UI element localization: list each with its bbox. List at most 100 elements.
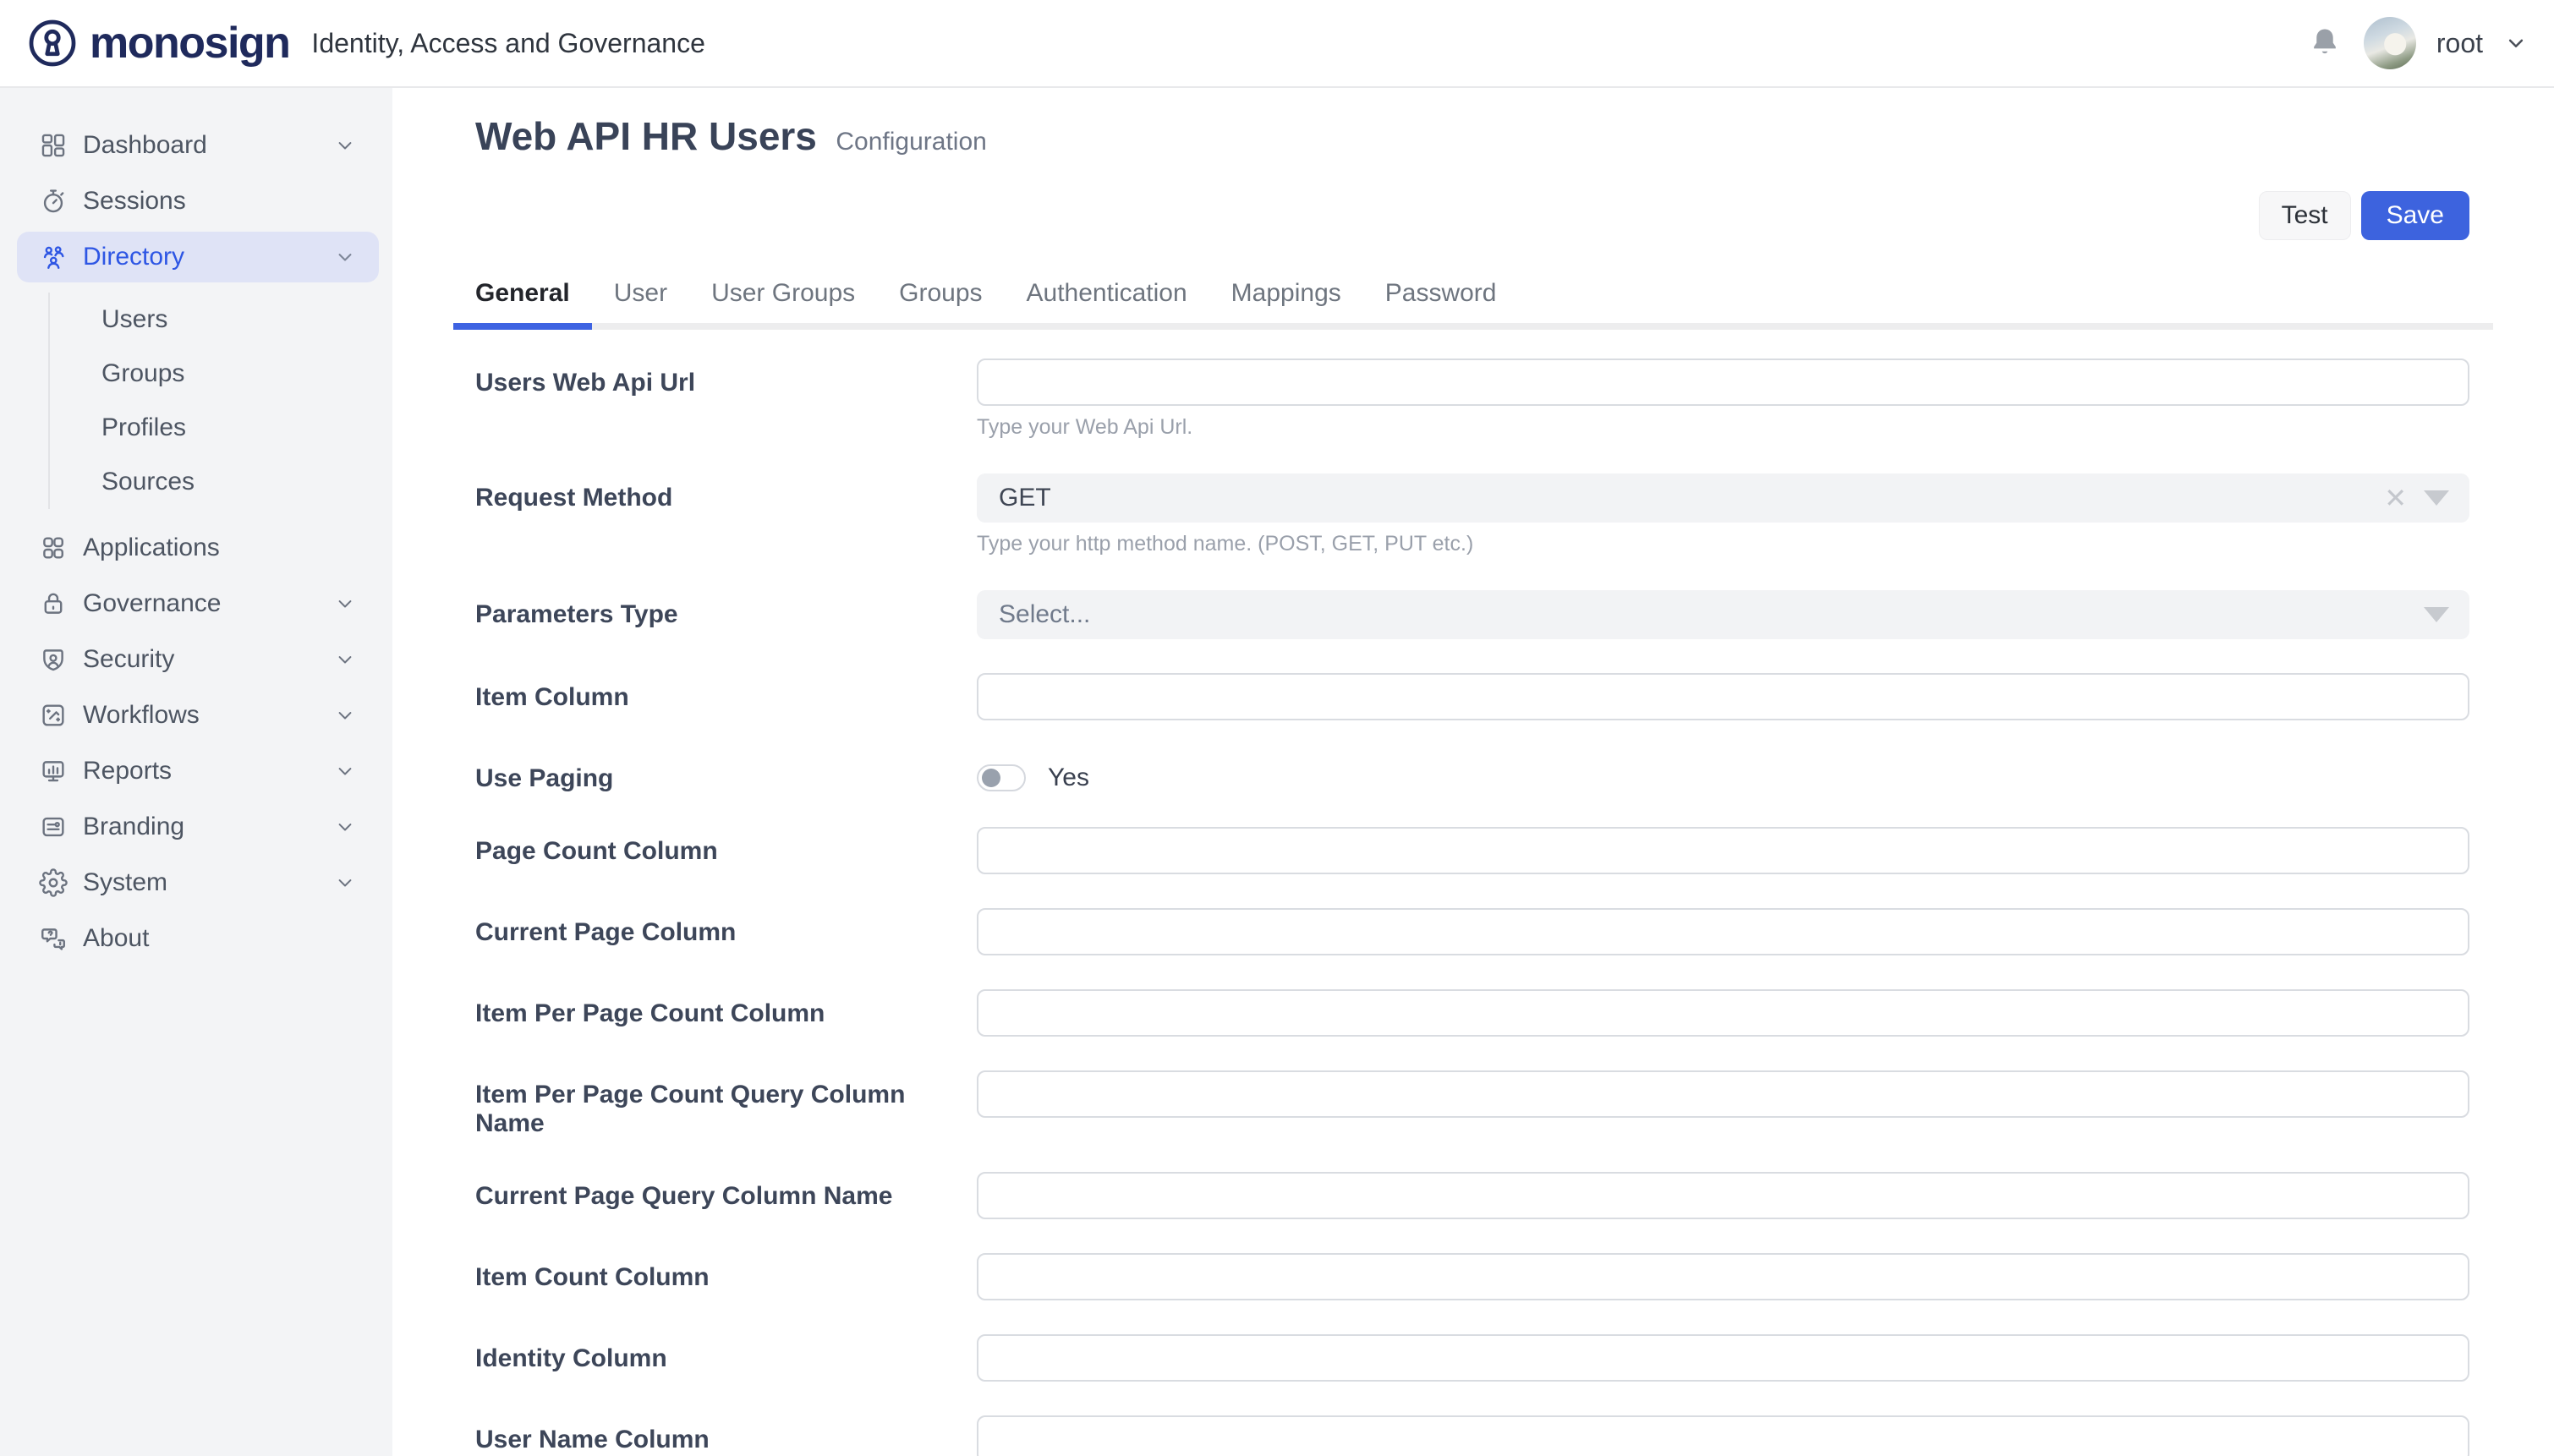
tab-user-groups[interactable]: User Groups (689, 279, 877, 323)
page-head: Web API HR Users Configuration (475, 113, 2469, 159)
dropdown-arrow-icon[interactable] (2424, 490, 2449, 506)
sidebar-item-sources[interactable]: Sources (50, 455, 392, 509)
dashboard-icon (39, 131, 68, 160)
sidebar-item-label: Workflows (83, 701, 200, 730)
page-subtitle: Configuration (836, 128, 986, 156)
app-header: monosign Identity, Access and Governance… (0, 0, 2554, 88)
tab-general[interactable]: General (453, 279, 592, 323)
field-label: Request Method (475, 473, 977, 556)
form-row: Item Per Page Count Column (475, 989, 2469, 1037)
sidebar-item-label: Governance (83, 589, 221, 618)
dropdown-arrow-icon[interactable] (2424, 607, 2449, 622)
username[interactable]: root (2436, 28, 2483, 59)
chevron-down-icon (333, 648, 357, 671)
item-count-column-input[interactable] (977, 1253, 2469, 1300)
main-content: Web API HR Users Configuration Test Save… (392, 88, 2554, 1456)
select-placeholder: Select... (999, 600, 1090, 629)
identity-column-input[interactable] (977, 1334, 2469, 1382)
user-name-column-input[interactable] (977, 1415, 2469, 1456)
sidebar-item-label: Applications (83, 534, 220, 562)
field-label: Item Per Page Count Query Column Name (475, 1070, 977, 1138)
team-icon (39, 243, 68, 271)
apps-grid-icon (39, 534, 68, 562)
bell-icon[interactable] (2306, 25, 2343, 62)
form-row: Item Per Page Count Query Column Name (475, 1070, 2469, 1138)
sidebar-item-reports[interactable]: Reports (17, 746, 379, 796)
sidebar-item-profiles[interactable]: Profiles (50, 401, 392, 455)
sidebar-item-label: System (83, 868, 167, 897)
tab-groups[interactable]: Groups (877, 279, 1004, 323)
header-right: root (2306, 17, 2529, 69)
sidebar: Dashboard Sessions Directory Users Group… (0, 88, 392, 1456)
item-per-page-count-query-column-name-input[interactable] (977, 1070, 2469, 1118)
sidebar-item-applications[interactable]: Applications (17, 523, 379, 573)
chevron-down-icon (333, 592, 357, 616)
page-title: Web API HR Users (475, 114, 817, 158)
toggle-knob (982, 769, 1000, 787)
chevron-down-icon (333, 134, 357, 157)
sidebar-item-security[interactable]: Security (17, 634, 379, 685)
field-label: Page Count Column (475, 827, 977, 874)
form-row: Request Method GET ✕ Type your http meth… (475, 473, 2469, 556)
sidebar-item-groups[interactable]: Groups (50, 347, 392, 401)
form-row: Parameters Type Select... (475, 590, 2469, 639)
form-row: Users Web Api Url Type your Web Api Url. (475, 359, 2469, 440)
sidebar-item-branding[interactable]: Branding (17, 802, 379, 852)
config-form: Users Web Api Url Type your Web Api Url.… (475, 359, 2469, 1456)
lock-icon (39, 589, 68, 618)
sidebar-item-sessions[interactable]: Sessions (17, 176, 379, 227)
item-per-page-count-column-input[interactable] (977, 989, 2469, 1037)
tab-user[interactable]: User (592, 279, 689, 323)
form-row: Page Count Column (475, 827, 2469, 874)
avatar[interactable] (2364, 17, 2416, 69)
sub-item-label: Groups (101, 359, 184, 388)
use-paging-toggle[interactable] (977, 764, 1026, 791)
brand-tagline: Identity, Access and Governance (311, 28, 704, 59)
sidebar-item-directory[interactable]: Directory (17, 232, 379, 282)
tab-mappings[interactable]: Mappings (1209, 279, 1363, 323)
parameters-type-select[interactable]: Select... (977, 590, 2469, 639)
page-count-column-input[interactable] (977, 827, 2469, 874)
sidebar-item-label: Directory (83, 243, 184, 271)
stopwatch-icon (39, 187, 68, 216)
field-helper: Type your Web Api Url. (977, 414, 2469, 440)
sidebar-item-dashboard[interactable]: Dashboard (17, 120, 379, 171)
current-page-column-input[interactable] (977, 908, 2469, 955)
tab-password[interactable]: Password (1363, 279, 1519, 323)
sidebar-item-label: Branding (83, 813, 184, 841)
form-row: Identity Column (475, 1334, 2469, 1382)
request-method-select[interactable]: GET ✕ (977, 473, 2469, 523)
chevron-down-icon[interactable] (2503, 30, 2529, 56)
chevron-down-icon (333, 759, 357, 783)
shield-user-icon (39, 645, 68, 674)
gear-icon (39, 868, 68, 897)
sidebar-item-label: About (83, 924, 149, 953)
field-label: User Name Column (475, 1415, 977, 1456)
users-web-api-url-input[interactable] (977, 359, 2469, 406)
field-label: Item Column (475, 673, 977, 720)
brand-name: monosign (90, 18, 289, 68)
chevron-down-icon (333, 703, 357, 727)
sub-item-label: Users (101, 305, 167, 334)
sidebar-item-governance[interactable]: Governance (17, 578, 379, 629)
clear-icon[interactable]: ✕ (2384, 484, 2407, 512)
chevron-down-icon (333, 245, 357, 269)
sidebar-item-workflows[interactable]: Workflows (17, 690, 379, 741)
sidebar-item-users[interactable]: Users (50, 293, 392, 347)
current-page-query-column-name-input[interactable] (977, 1172, 2469, 1219)
field-label: Current Page Query Column Name (475, 1172, 977, 1219)
sidebar-item-label: Sessions (83, 187, 186, 216)
chat-help-icon (39, 924, 68, 953)
sidebar-item-about[interactable]: About (17, 913, 379, 964)
wand-board-icon (39, 701, 68, 730)
item-column-input[interactable] (977, 673, 2469, 720)
field-helper: Type your http method name. (POST, GET, … (977, 531, 2469, 556)
sidebar-item-label: Dashboard (83, 131, 207, 160)
save-button[interactable]: Save (2361, 191, 2469, 240)
form-row: Use Paging Yes (475, 754, 2469, 793)
form-row: Current Page Column (475, 908, 2469, 955)
test-button[interactable]: Test (2259, 191, 2351, 240)
sidebar-item-label: Reports (83, 757, 172, 785)
sidebar-item-system[interactable]: System (17, 857, 379, 908)
tab-authentication[interactable]: Authentication (1005, 279, 1209, 323)
